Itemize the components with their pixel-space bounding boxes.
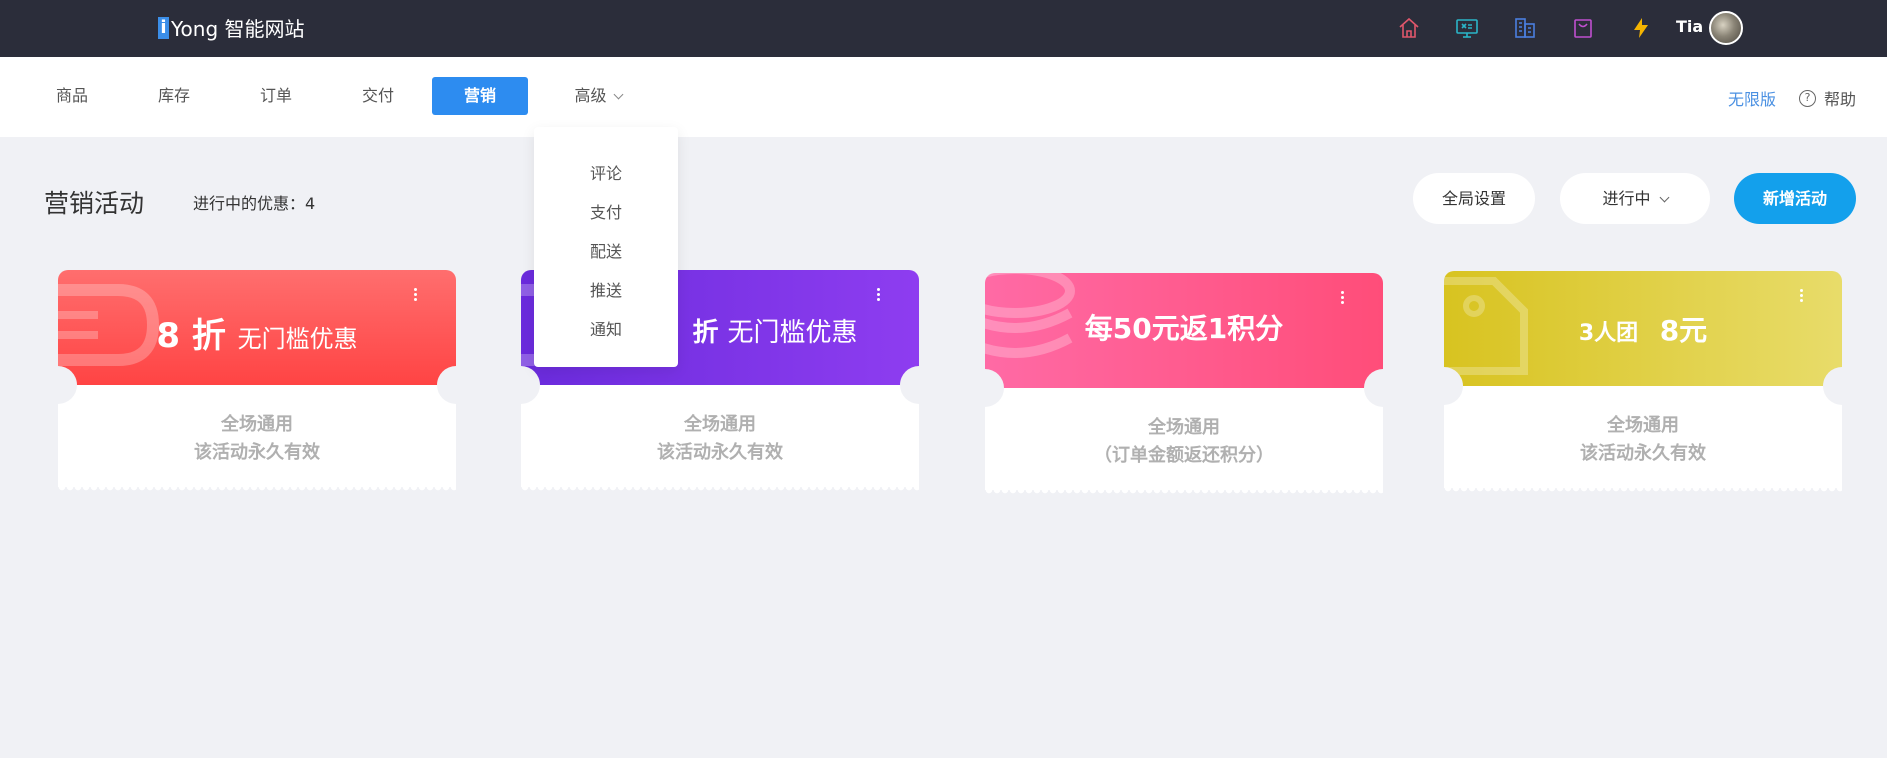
nav-item-orders[interactable]: 订单 [246, 77, 306, 115]
more-icon[interactable] [1341, 291, 1345, 306]
promo-card[interactable]: 每50元返1积分 全场通用 （订单金额返还积分） [966, 273, 1402, 496]
nav-item-delivery[interactable]: 交付 [348, 77, 408, 115]
user-name[interactable]: Tia [1676, 17, 1703, 36]
menu-item-payment[interactable]: 支付 [534, 199, 678, 223]
add-activity-button[interactable]: 新增活动 [1734, 173, 1856, 224]
menu-item-notification[interactable]: 通知 [534, 316, 678, 340]
help-label: 帮助 [1824, 90, 1857, 109]
more-icon[interactable] [877, 288, 881, 303]
logo-text: Yong 智能网站 [171, 17, 305, 41]
card-header: 8 折 无门槛优惠 [58, 270, 456, 385]
menu-item-shipping[interactable]: 配送 [534, 238, 678, 262]
logo-mark: i [158, 16, 169, 39]
status-filter-value: 进行中 [1602, 189, 1651, 208]
card-notch-left [39, 366, 77, 404]
card-title: 每50元返1积分 [985, 307, 1383, 347]
menu-item-reviews[interactable]: 评论 [534, 160, 678, 184]
card-line-1: 全场通用 [221, 414, 293, 435]
card-title-text: 8元 [1659, 314, 1708, 347]
global-settings-button[interactable]: 全局设置 [1413, 173, 1535, 224]
chevron-down-icon [613, 89, 623, 100]
building-icon[interactable] [1511, 14, 1539, 42]
logo[interactable]: i Yong 智能网站 [158, 13, 305, 42]
monitor-icon[interactable] [1453, 14, 1481, 42]
card-line-1: 全场通用 [684, 414, 756, 435]
help-link[interactable]: ? 帮助 [1799, 86, 1856, 110]
card-line-2: 该活动永久有效 [194, 442, 320, 463]
card-title-text: 无门槛优惠 [727, 318, 858, 348]
card-notch-right [900, 366, 938, 404]
status-filter-select[interactable]: 进行中 [1560, 173, 1710, 224]
card-body: 全场通用 （订单金额返还积分） [985, 388, 1383, 496]
advanced-dropdown-menu: 评论 支付 配送 推送 通知 [534, 127, 678, 367]
card-line-1: 全场通用 [1148, 417, 1220, 438]
card-title: 3人团 8元 [1444, 309, 1842, 349]
bag-icon[interactable] [1569, 14, 1597, 42]
card-title: 8 折 无门槛优惠 [58, 308, 456, 357]
card-notch-right [1823, 367, 1861, 405]
unlimited-edition-link[interactable]: 无限版 [1728, 86, 1776, 110]
card-title-number: 折 [692, 318, 719, 348]
top-icons [1395, 14, 1685, 42]
promo-card[interactable]: 8 折 无门槛优惠 全场通用 该活动永久有效 [39, 270, 475, 493]
nav-item-products[interactable]: 商品 [42, 77, 102, 115]
card-notch-left [502, 366, 540, 404]
more-icon[interactable] [1800, 289, 1804, 304]
card-line-2: （订单金额返还积分） [1094, 445, 1274, 466]
more-icon[interactable] [414, 288, 418, 303]
nav-bar: 商品 库存 订单 交付 营销 高级 无限版 ? 帮助 [0, 57, 1887, 137]
card-body: 全场通用 该活动永久有效 [58, 385, 456, 493]
card-line-2: 该活动永久有效 [1580, 443, 1706, 464]
card-body: 全场通用 该活动永久有效 [521, 385, 919, 493]
home-icon[interactable] [1395, 14, 1423, 42]
active-count: 进行中的优惠：4 [193, 194, 316, 213]
promo-card[interactable]: 3人团 8元 全场通用 该活动永久有效 [1425, 271, 1861, 494]
card-title-text: 每50元返1积分 [1084, 312, 1284, 345]
card-body: 全场通用 该活动永久有效 [1444, 386, 1842, 494]
page-title: 营销活动 [44, 189, 145, 218]
chevron-down-icon [1659, 192, 1669, 203]
nav-item-inventory[interactable]: 库存 [144, 77, 204, 115]
card-header: 每50元返1积分 [985, 273, 1383, 388]
card-notch-right [437, 366, 475, 404]
avatar[interactable] [1709, 11, 1743, 45]
lightning-icon[interactable] [1627, 14, 1655, 42]
top-bar: i Yong 智能网站 Tia [0, 0, 1887, 57]
card-line-1: 全场通用 [1607, 415, 1679, 436]
card-title-number: 3人团 [1578, 321, 1639, 346]
card-notch-left [1425, 367, 1463, 405]
nav-item-advanced[interactable]: 高级 [560, 77, 636, 115]
card-line-2: 该活动永久有效 [657, 442, 783, 463]
menu-item-push[interactable]: 推送 [534, 277, 678, 301]
nav-item-advanced-label: 高级 [574, 86, 607, 105]
card-header: 3人团 8元 [1444, 271, 1842, 386]
card-notch-right [1364, 369, 1402, 407]
card-title-number: 8 折 [156, 316, 226, 356]
nav-item-marketing[interactable]: 营销 [432, 77, 528, 115]
card-title-text: 无门槛优惠 [237, 325, 358, 353]
card-notch-left [966, 369, 1004, 407]
help-icon: ? [1799, 89, 1816, 107]
